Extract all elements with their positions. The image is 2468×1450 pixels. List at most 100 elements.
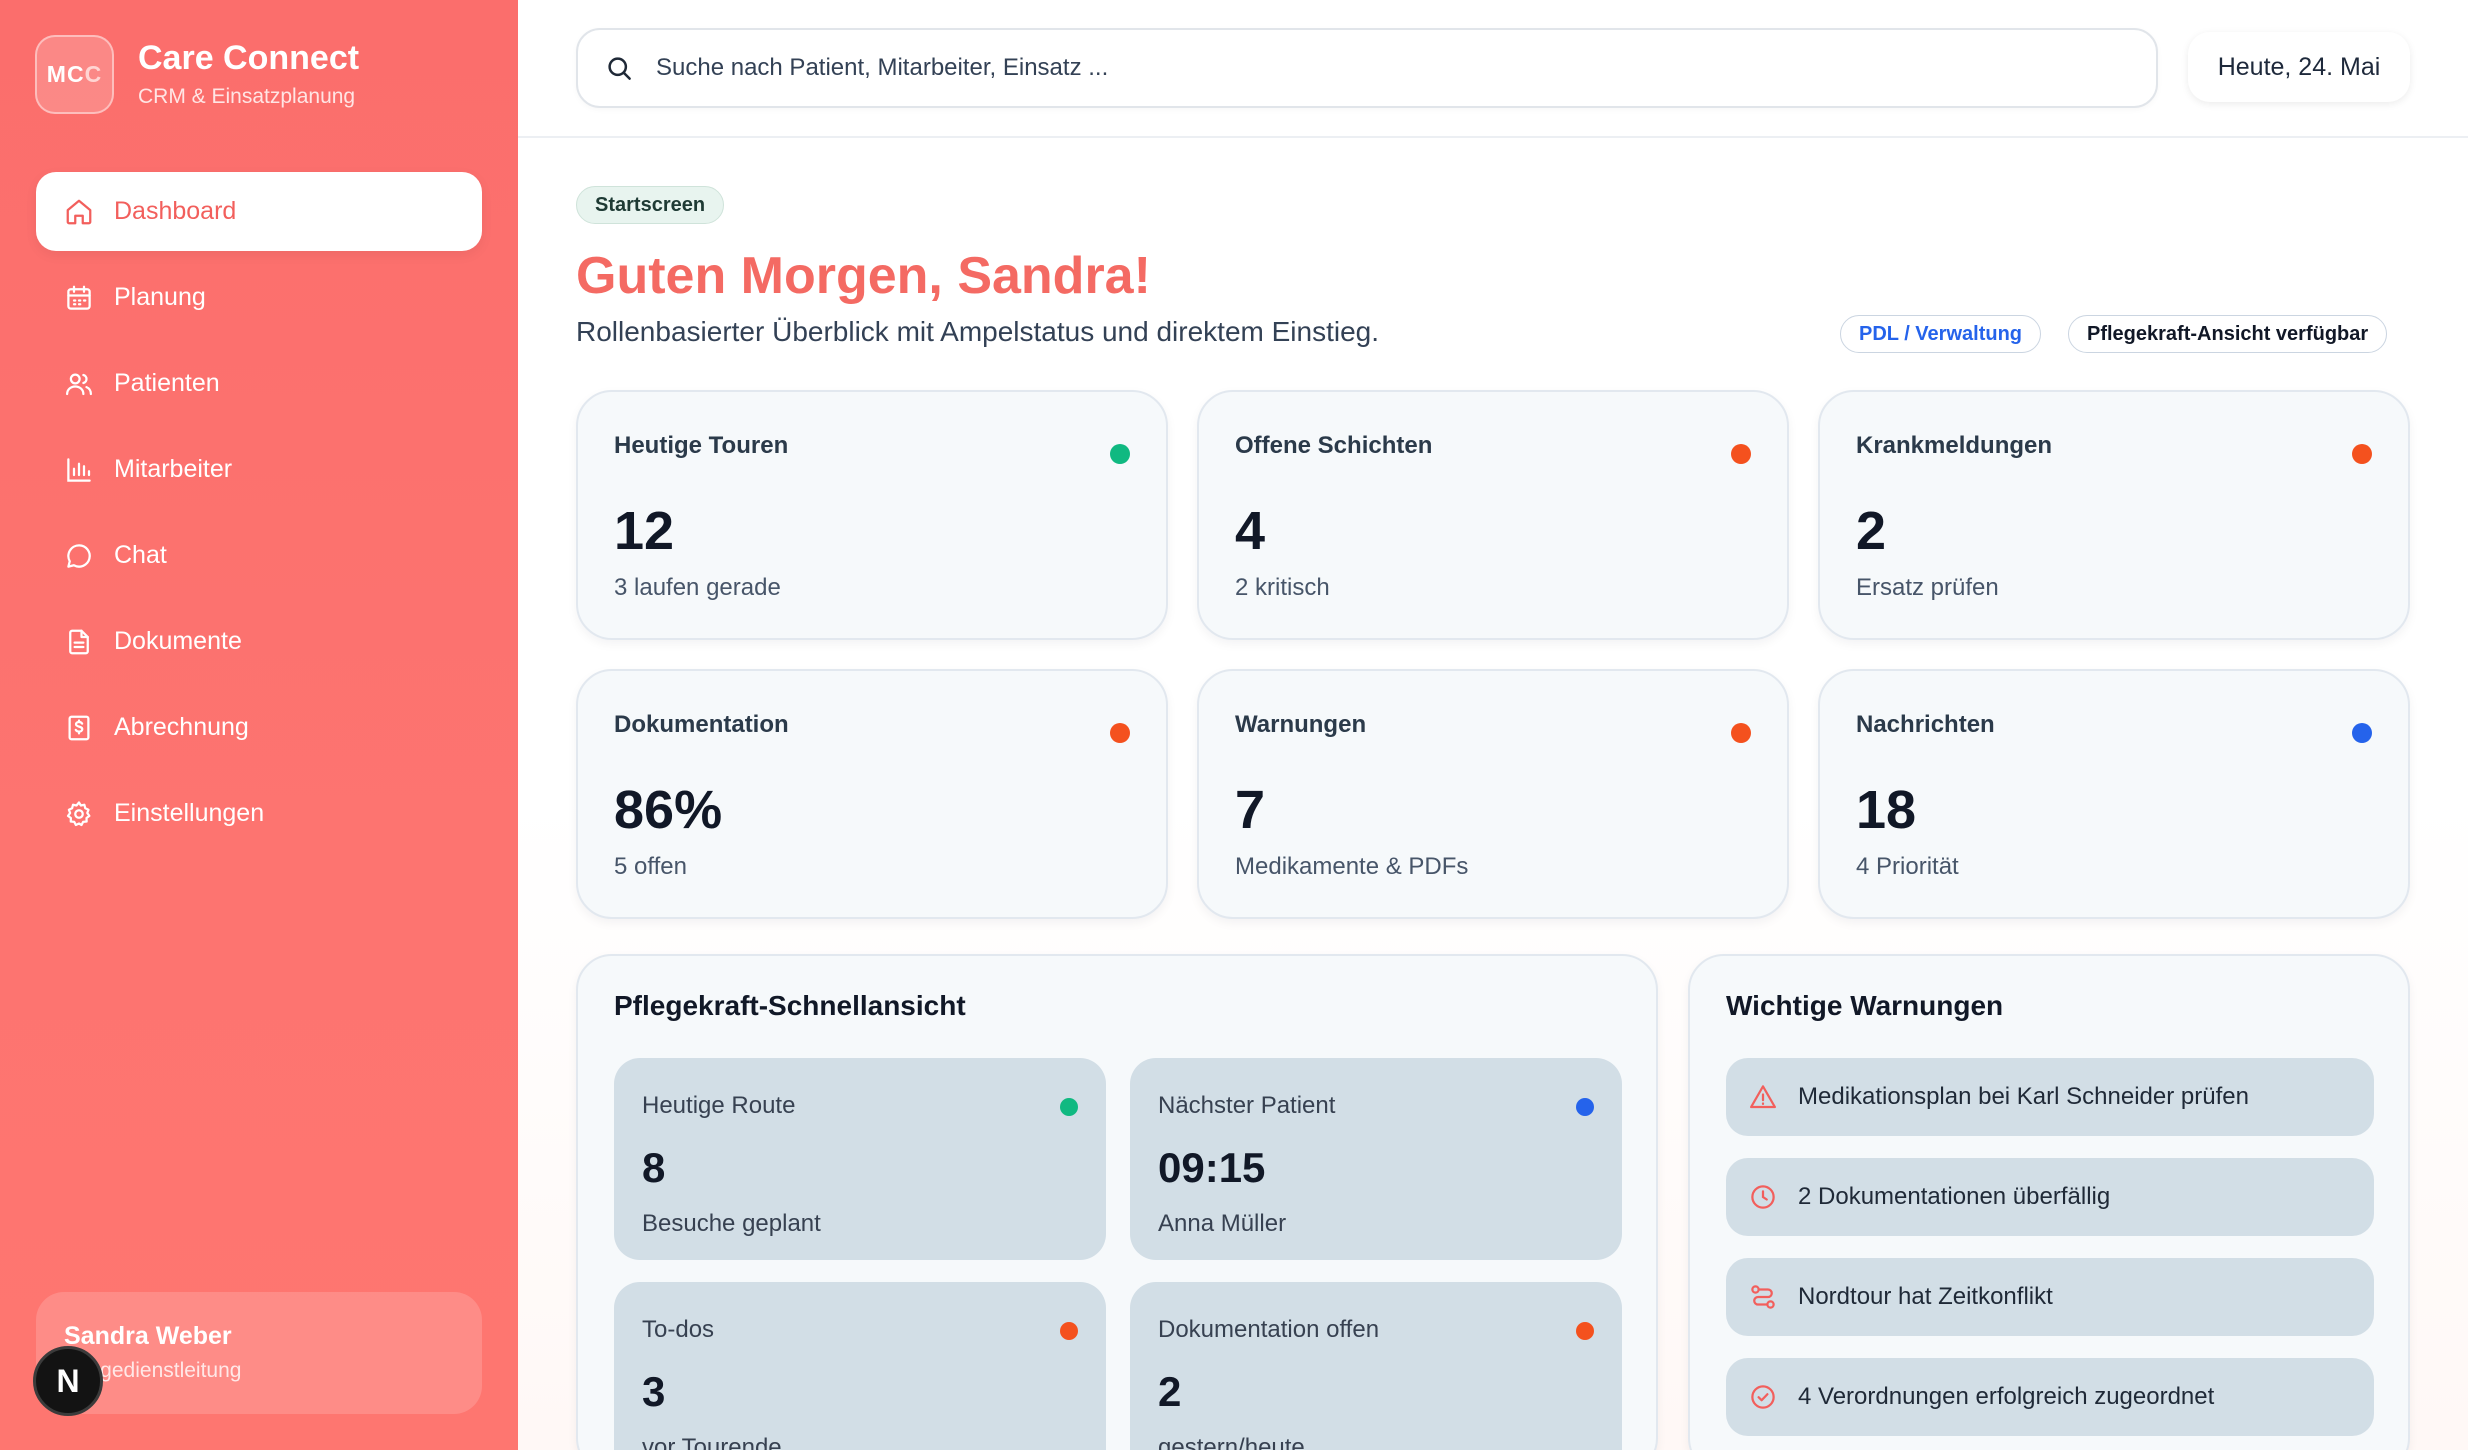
stat-card-warnungen[interactable]: Warnungen 7 Medikamente & PDFs (1197, 669, 1789, 919)
search-bar[interactable] (576, 28, 2158, 108)
stat-value: 12 (614, 501, 675, 561)
status-dot (1110, 723, 1130, 743)
alert-triangle-icon (1750, 1085, 1776, 1109)
stat-title: Dokumentation (614, 711, 789, 738)
nav-label: Einstellungen (114, 799, 265, 827)
nav-item-dashboard[interactable]: Dashboard (36, 172, 482, 251)
document-icon (69, 629, 89, 654)
status-dot (1576, 1098, 1594, 1116)
stat-title: Nachrichten (1856, 711, 1995, 738)
gear-icon (66, 800, 91, 826)
page-title: Guten Morgen, Sandra! (576, 247, 1151, 305)
view-chip[interactable]: Pflegekraft-Ansicht verfügbar (2068, 315, 2388, 353)
stat-subtext: 3 laufen gerade (614, 574, 781, 601)
status-dot (1060, 1098, 1078, 1116)
quick-card-value: 3 (642, 1368, 666, 1415)
panel-title: Wichtige Warnungen (1726, 990, 2004, 1021)
warning-item[interactable]: Nordtour hat Zeitkonflikt (1726, 1258, 2374, 1336)
date-display[interactable]: Heute, 24. Mai (2188, 32, 2410, 102)
warnings-panel: Wichtige Warnungen Medikationsplan bei K… (1688, 954, 2410, 1450)
route-icon (1751, 1285, 1775, 1309)
warning-text: 4 Verordnungen erfolgreich zugeordnet (1798, 1383, 2215, 1410)
quick-view-panel: Pflegekraft-Schnellansicht Heutige Route… (576, 954, 1658, 1450)
nav-label: Abrechnung (114, 713, 249, 741)
nav-label: Planung (114, 283, 206, 311)
stat-subtext: Ersatz prüfen (1856, 574, 1999, 601)
stat-value: 18 (1856, 780, 1917, 840)
stat-value: 4 (1235, 501, 1266, 561)
stat-title: Heutige Touren (614, 432, 789, 459)
user-role: Pflegedienstleitung (64, 1359, 242, 1382)
screen-tag: Startscreen (576, 186, 725, 224)
stat-subtext: 5 offen (614, 853, 687, 880)
role-chip[interactable]: PDL / Verwaltung (1840, 315, 2041, 353)
status-dot (1060, 1322, 1078, 1340)
app-subtitle: CRM & Einsatzplanung (138, 85, 356, 109)
main-nav: Dashboard Planung Patienten Mitarbeiter … (36, 172, 482, 860)
stat-title: Krankmeldungen (1856, 432, 2053, 459)
status-dot (2352, 444, 2372, 464)
warning-item[interactable]: Medikationsplan bei Karl Schneider prüfe… (1726, 1058, 2374, 1136)
stat-value: 86% (614, 780, 723, 840)
warning-text: 2 Dokumentationen überfällig (1798, 1183, 2111, 1210)
nav-item-abrechnung[interactable]: Abrechnung (36, 688, 482, 767)
panel-title: Pflegekraft-Schnellansicht (614, 990, 966, 1021)
stat-card-dokumentation[interactable]: Dokumentation 86% 5 offen (576, 669, 1168, 919)
status-dot (1110, 444, 1130, 464)
home-icon (66, 199, 92, 224)
user-profile-card[interactable]: Sandra Weber Pflegedienstleitung (36, 1292, 482, 1414)
stat-card-touren[interactable]: Heutige Touren 12 3 laufen gerade (576, 390, 1168, 640)
warning-text: Nordtour hat Zeitkonflikt (1798, 1283, 2053, 1310)
quick-card-documentation[interactable]: Dokumentation offen 2 gestern/heute (1130, 1282, 1622, 1450)
quick-card-value: 8 (642, 1144, 666, 1191)
dev-tools-badge[interactable]: N (33, 1346, 103, 1416)
stat-title: Offene Schichten (1235, 432, 1433, 459)
warning-text: Medikationsplan bei Karl Schneider prüfe… (1798, 1083, 2249, 1110)
stat-card-schichten[interactable]: Offene Schichten 4 2 kritisch (1197, 390, 1789, 640)
chat-icon (67, 543, 91, 568)
nav-label: Dashboard (114, 197, 237, 225)
warning-item[interactable]: 4 Verordnungen erfolgreich zugeordnet (1726, 1358, 2374, 1436)
search-input[interactable] (656, 54, 2106, 82)
bar-chart-icon (67, 457, 91, 482)
user-name: Sandra Weber (64, 1322, 232, 1350)
nav-item-mitarbeiter[interactable]: Mitarbeiter (36, 430, 482, 509)
quick-card-title: Dokumentation offen (1158, 1316, 1380, 1343)
quick-card-todos[interactable]: To-dos 3 vor Tourende (614, 1282, 1106, 1450)
clock-icon (1751, 1185, 1775, 1209)
stat-subtext: 2 kritisch (1235, 574, 1330, 601)
nav-label: Dokumente (114, 627, 242, 655)
stat-subtext: 4 Priorität (1856, 853, 1959, 880)
status-dot (1576, 1322, 1594, 1340)
nav-item-dokumente[interactable]: Dokumente (36, 602, 482, 681)
check-circle-icon (1751, 1385, 1775, 1409)
nav-item-patienten[interactable]: Patienten (36, 344, 482, 423)
quick-card-title: Heutige Route (642, 1092, 796, 1119)
quick-card-subtext: vor Tourende (642, 1434, 782, 1450)
quick-card-route[interactable]: Heutige Route 8 Besuche geplant (614, 1058, 1106, 1260)
quick-card-subtext: Besuche geplant (642, 1210, 821, 1237)
stat-value: 7 (1235, 780, 1266, 840)
quick-card-value: 09:15 (1158, 1144, 1266, 1191)
stat-card-krankmeldungen[interactable]: Krankmeldungen 2 Ersatz prüfen (1818, 390, 2410, 640)
quick-card-subtext: gestern/heute (1158, 1434, 1305, 1450)
quick-card-next-patient[interactable]: Nächster Patient 09:15 Anna Müller (1130, 1058, 1622, 1260)
app-title: Care Connect (138, 38, 360, 77)
nav-item-einstellungen[interactable]: Einstellungen (36, 774, 482, 853)
main-content: Heute, 24. Mai Startscreen Guten Morgen,… (518, 0, 2468, 1450)
nav-item-planung[interactable]: Planung (36, 258, 482, 337)
nav-item-chat[interactable]: Chat (36, 516, 482, 595)
nav-label: Chat (114, 541, 167, 569)
quick-card-title: To-dos (642, 1316, 715, 1343)
nav-label: Mitarbeiter (114, 455, 233, 483)
users-icon (66, 373, 92, 395)
stat-subtext: Medikamente & PDFs (1235, 853, 1469, 880)
status-dot (1731, 444, 1751, 464)
stat-title: Warnungen (1235, 711, 1367, 738)
page-subtitle: Rollenbasierter Überblick mit Ampelstatu… (576, 316, 1380, 347)
warning-item[interactable]: 2 Dokumentationen überfällig (1726, 1158, 2374, 1236)
stat-card-nachrichten[interactable]: Nachrichten 18 4 Priorität (1818, 669, 2410, 919)
stat-value: 2 (1856, 501, 1887, 561)
logo-accent: C (84, 61, 103, 87)
brand[interactable]: MC C Care Connect CRM & Einsatzplanung (35, 35, 359, 114)
